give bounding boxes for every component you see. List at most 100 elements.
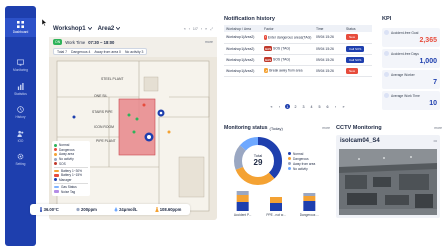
table-row[interactable]: Workshop1(Area2) ↗ Break away from area … <box>224 65 372 77</box>
table-row[interactable]: Workshop1(Area2) GAS SOS (TAG) 09/04 15:… <box>224 43 372 55</box>
sidebar-item-ioo[interactable]: IOO <box>5 130 36 143</box>
sidebar-item-label: Dashboard <box>12 30 29 34</box>
sidebar-item-label: IOO <box>17 139 24 143</box>
sidebar-item-monitoring[interactable]: Monitoring <box>5 59 36 72</box>
bar-segment[interactable] <box>303 201 316 211</box>
legend-item: Away from area <box>288 161 315 166</box>
temperature-reading: 36.00°C <box>39 207 59 212</box>
worker-marker[interactable] <box>127 113 131 117</box>
first-page-icon[interactable]: « <box>184 27 186 31</box>
camera-feed[interactable] <box>339 149 437 215</box>
filter-total[interactable]: Total 7 <box>57 50 67 54</box>
grid-icon <box>17 21 24 28</box>
page-link[interactable]: 4 <box>309 104 314 109</box>
prev-page-icon[interactable]: ‹ <box>277 104 282 109</box>
bar-segment[interactable] <box>270 197 282 203</box>
sidebar-item-statistics[interactable]: Statistics <box>5 83 36 96</box>
worker-marker[interactable] <box>72 115 76 119</box>
status-badge[interactable]: New <box>346 34 359 41</box>
worker-marker[interactable] <box>135 117 139 121</box>
monitoring-status-panel: Monitoring status (Today) more Total 29 … <box>224 125 330 220</box>
sidebar-item-history[interactable]: History <box>5 106 36 119</box>
legend-item: Manager <box>54 178 88 183</box>
map-more-link[interactable]: more <box>205 40 213 44</box>
prev-page-icon[interactable]: ‹ <box>189 27 190 31</box>
row-time: 09/04 15:26 <box>314 32 344 44</box>
users-icon <box>17 130 24 137</box>
page-link[interactable]: 6 <box>325 104 330 109</box>
filter-no-activity[interactable]: No activity 3 <box>125 50 143 54</box>
expand-icon[interactable]: ⤢ <box>210 27 213 31</box>
worker-marker[interactable] <box>132 130 136 134</box>
col-header: Status <box>344 25 372 32</box>
col-header: Time <box>314 25 344 32</box>
camera-options-icon[interactable]: ••• <box>433 139 437 143</box>
workshop-select[interactable]: Workshop1 <box>53 26 92 32</box>
danger-tag-icon: ! <box>264 34 267 40</box>
map-header: Workshop1 Area2 « ‹ 1/7 › » ⤢ <box>49 20 217 37</box>
bar-segment[interactable] <box>303 193 316 196</box>
status-badge[interactable]: Call SOS <box>346 45 365 52</box>
sidebar-item-label: Statistics <box>14 92 27 96</box>
last-page-icon[interactable]: » <box>205 27 207 31</box>
page-link[interactable]: 1 <box>285 104 290 109</box>
row-time: 09/04 15:26 <box>314 43 344 55</box>
next-page-icon[interactable]: › <box>201 27 202 31</box>
monitoring-more-link[interactable]: more <box>322 126 330 130</box>
kpi-card: Average Work Time 10 <box>382 91 440 110</box>
map-legend: Normal Dangerous Away area No activity S… <box>52 141 90 196</box>
col-header: Factor <box>262 25 314 32</box>
area-select[interactable]: Area2 <box>98 26 121 32</box>
table-row[interactable]: Workshop1(Area2) ! Enter dangerous areas… <box>224 32 372 44</box>
legend-item: No activity <box>288 166 315 171</box>
page-link[interactable]: 2 <box>293 104 298 109</box>
sidebar-item-setting[interactable]: Setting <box>5 153 36 166</box>
row-time: 09/04 15:26 <box>314 65 344 77</box>
row-area: Workshop1(Area2) <box>224 43 262 55</box>
page-link[interactable]: 3 <box>301 104 306 109</box>
chart-icon <box>17 83 24 90</box>
status-badge[interactable]: New <box>346 67 359 74</box>
kpi-label: Accident-free Days <box>391 52 419 56</box>
work-time-value: 07:30 ~ 18:00 <box>88 39 115 45</box>
kpi-card: Accident-free Goal 2,365 <box>382 28 440 47</box>
gear-icon <box>17 153 24 160</box>
bar-segment[interactable] <box>236 195 249 202</box>
worker-marker[interactable] <box>142 103 146 107</box>
sidebar-item-dashboard[interactable]: Dashboard <box>5 18 36 37</box>
filter-dangerous[interactable]: Dangerous 4 <box>71 50 90 54</box>
notification-title: Notification history <box>224 16 275 22</box>
away-tag-icon: ↗ <box>264 68 269 73</box>
sidebar-item-label: History <box>15 115 26 119</box>
filter-away[interactable]: Away from area 0 <box>94 50 121 54</box>
bar-segment[interactable] <box>236 191 249 195</box>
bar-label: PPE - not w... <box>266 213 285 217</box>
worker-marker[interactable] <box>167 130 171 134</box>
thermometer-icon <box>39 207 42 212</box>
table-row[interactable]: Workshop1(Area2) GAS SOS (TAG) 09/04 15:… <box>224 54 372 66</box>
last-page-icon[interactable]: » <box>341 104 346 109</box>
notification-history-panel: Notification history Workshop / Area Fac… <box>224 16 376 116</box>
bar-segment[interactable] <box>236 202 249 211</box>
bar-segment[interactable] <box>270 203 282 211</box>
map-label: STEEL PLANT <box>101 77 124 81</box>
work-time-toggle[interactable]: ON <box>53 39 63 45</box>
cctv-more-link[interactable]: more <box>434 126 442 130</box>
next-page-icon[interactable]: › <box>333 104 338 109</box>
camera-card[interactable]: isolcam04_S4 ••• <box>336 135 440 218</box>
co2-reading: 200ppm <box>76 207 97 212</box>
kpi-value: 10 <box>429 100 437 107</box>
bar-segment[interactable] <box>303 196 316 201</box>
row-factor: ! Enter dangerous areas(TAG) <box>262 32 314 44</box>
monitor-icon <box>17 59 24 66</box>
status-filter-bar: Total 7 Dangerous 4 Away from area 0 No … <box>53 48 148 55</box>
status-badge[interactable]: Call SOS <box>346 56 365 63</box>
first-page-icon[interactable]: « <box>269 104 274 109</box>
kpi-card: Accident-free Days 1,000 <box>382 49 440 68</box>
kpi-label: Average Work Time <box>391 94 420 98</box>
map-label: PIPE PLANT <box>96 139 116 143</box>
page-link[interactable]: 5 <box>317 104 322 109</box>
kpi-label: Average Worker <box>391 73 415 77</box>
voc-reading: 108.60ppm <box>154 207 181 212</box>
clock-icon <box>384 93 389 98</box>
